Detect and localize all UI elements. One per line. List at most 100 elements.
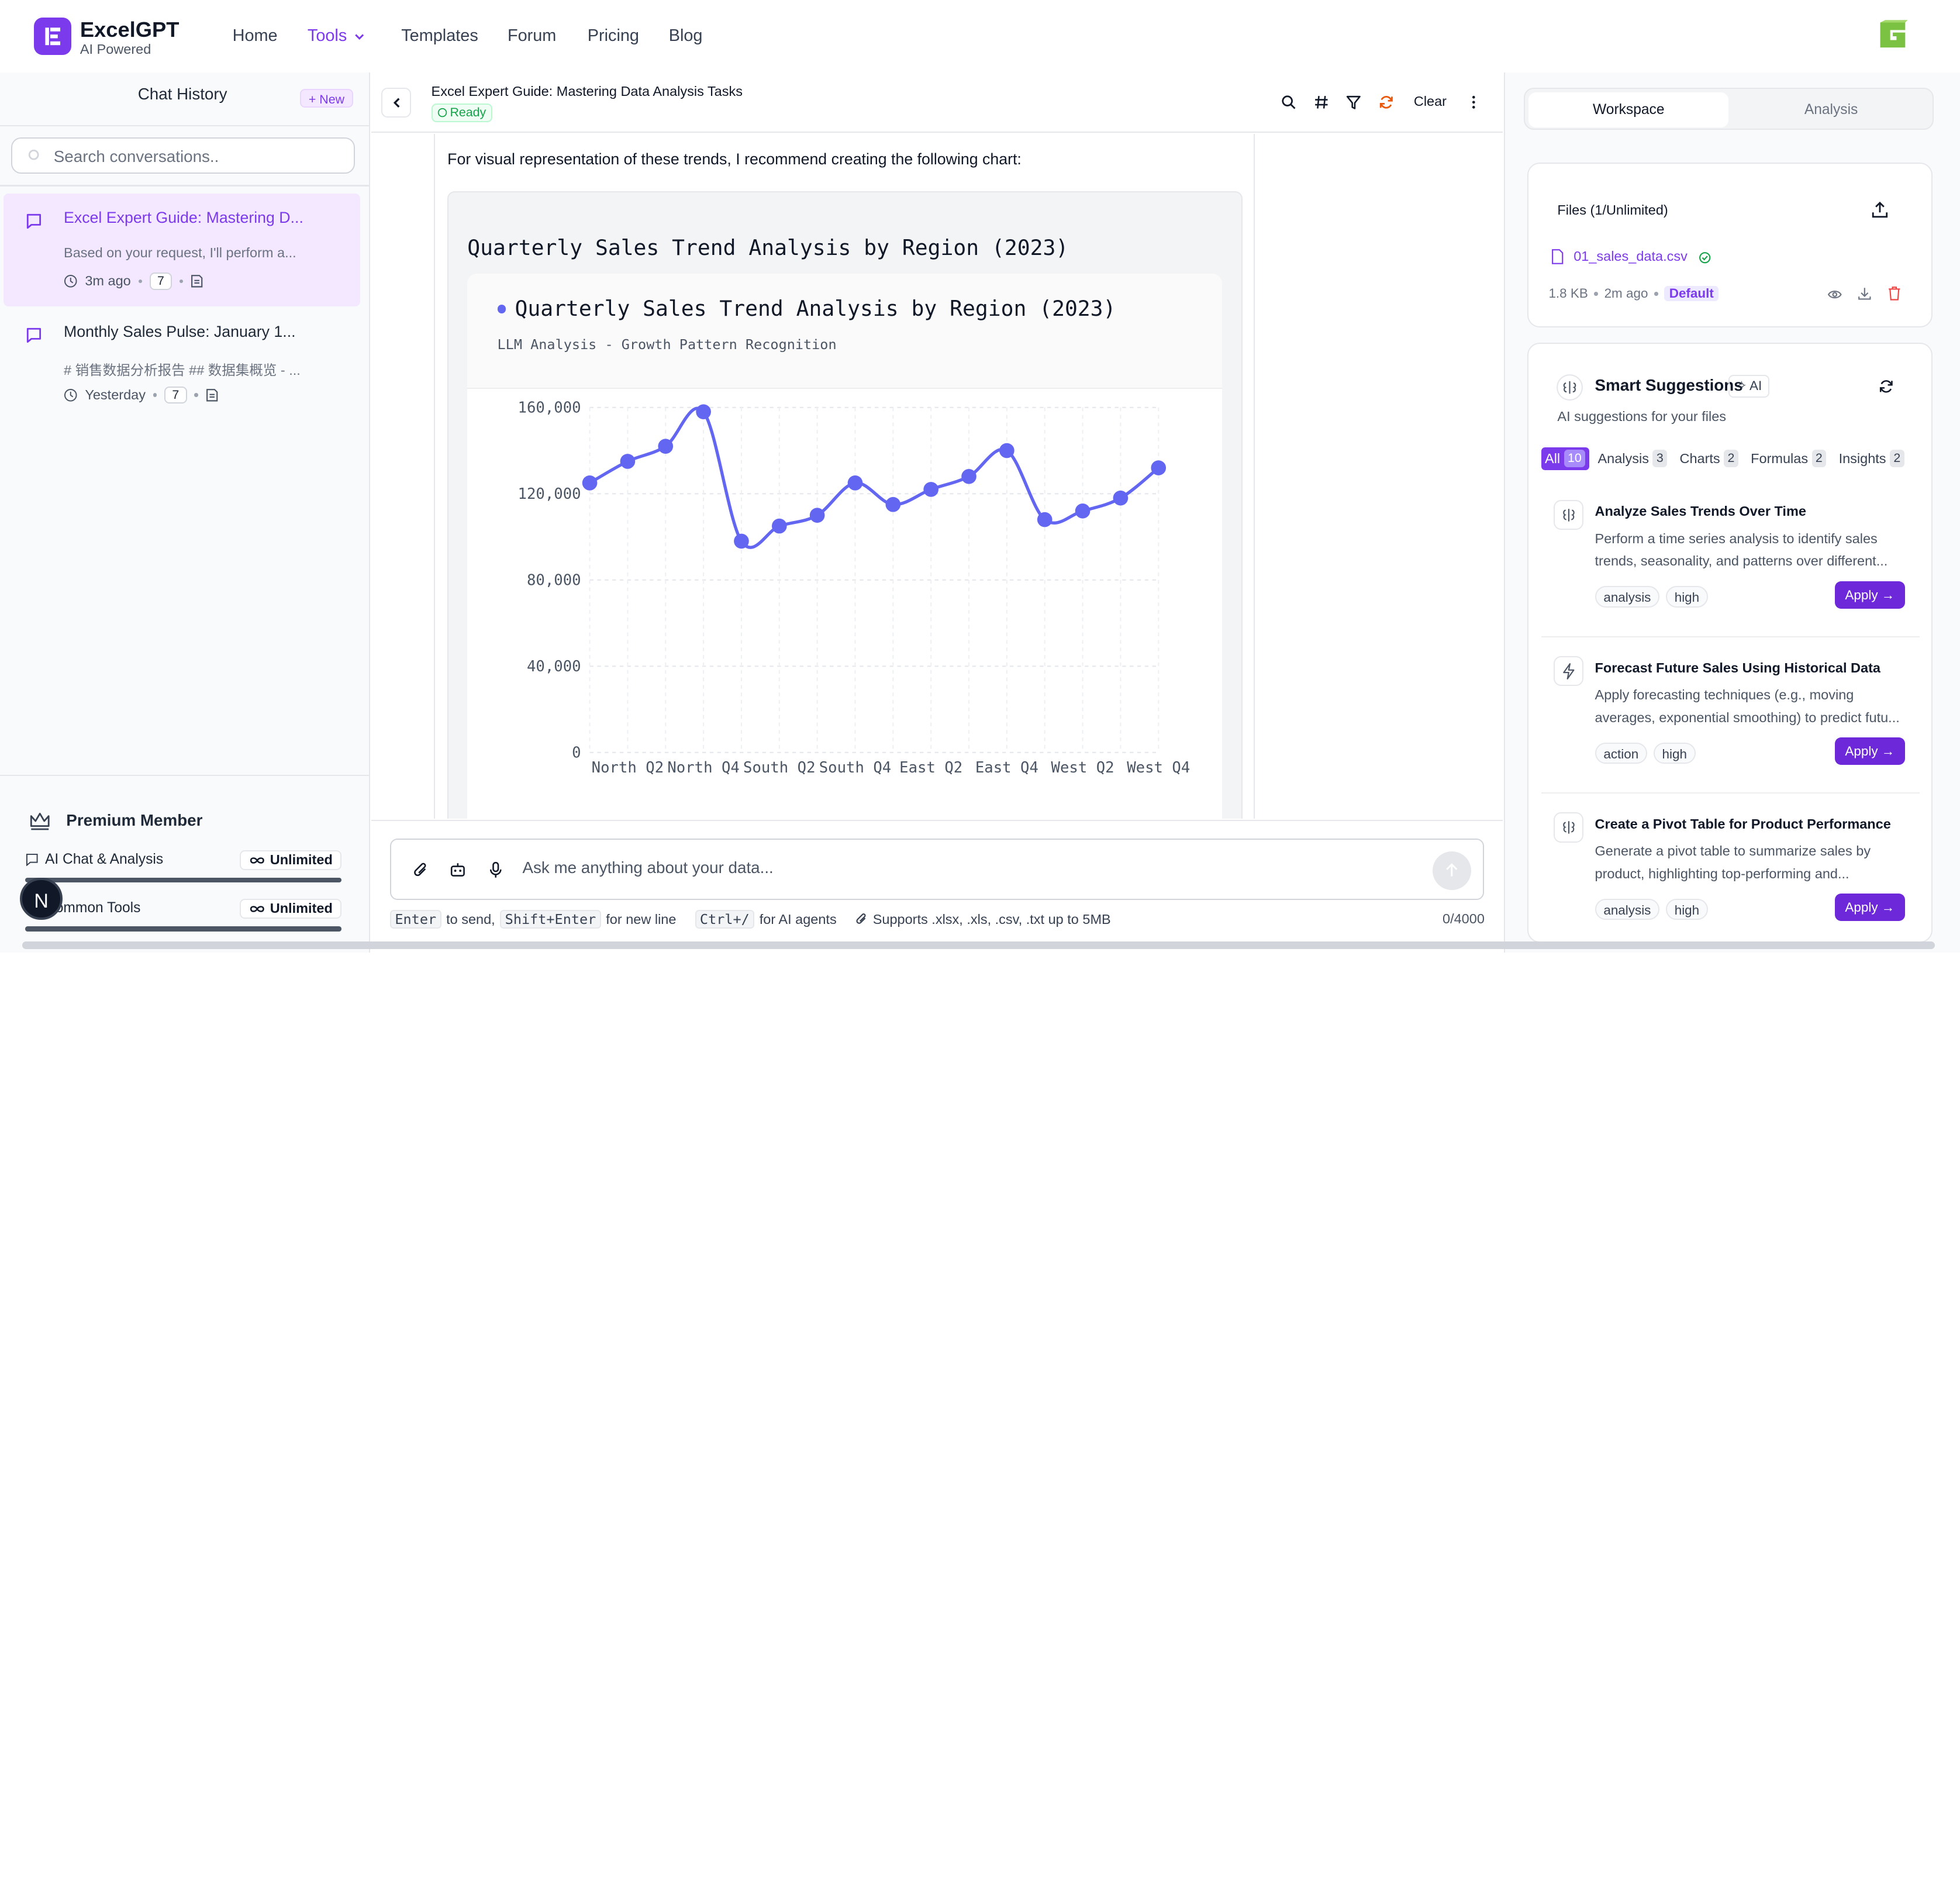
data-point <box>999 443 1014 458</box>
separator-dot <box>180 279 184 284</box>
user-avatar-button[interactable]: N <box>20 877 63 920</box>
bot-icon[interactable] <box>450 861 466 878</box>
chat-input[interactable]: Ask me anything about your data... <box>389 839 1484 901</box>
chart-title-dot <box>497 305 506 314</box>
excelgpt-logo-icon[interactable] <box>33 17 71 56</box>
clear-button[interactable]: Clear <box>1414 94 1447 109</box>
suggestion-item[interactable]: Forecast Future Sales Using Historical D… <box>1541 653 1920 809</box>
microphone-icon[interactable] <box>489 861 503 879</box>
nav-templates[interactable]: Templates <box>401 26 478 46</box>
upload-icon[interactable] <box>1871 201 1889 219</box>
series-line <box>589 406 1160 549</box>
filter-tab-formulas[interactable]: Formulas 2 <box>1747 447 1830 470</box>
suggestion-item[interactable]: Create a Pivot Table for Product Perform… <box>1541 809 1920 953</box>
trash-icon[interactable] <box>1887 286 1902 301</box>
ai-badge: ✧ AI <box>1728 375 1769 398</box>
line-chart: 0 40,000 80,000 120,000 160,000 North Q2 North… <box>518 399 1191 777</box>
message-area: For visual representation of these trend… <box>371 133 1503 819</box>
data-point <box>772 518 787 534</box>
message-text: For visual representation of these trend… <box>447 150 1022 168</box>
conversation-time: Yesterday <box>85 387 146 403</box>
brand-name[interactable]: ExcelGPT <box>80 18 180 42</box>
suggestion-tags: analysis high <box>1595 898 1708 920</box>
file-time: 2m ago <box>1604 286 1648 301</box>
char-counter: 0/4000 <box>1443 911 1485 927</box>
suggestion-description: Perform a time series analysis to identi… <box>1595 530 1888 569</box>
tag: high <box>1653 742 1696 764</box>
nav-tools-label: Tools <box>307 26 347 45</box>
filter-icon[interactable] <box>1346 95 1361 110</box>
search-icon[interactable] <box>1281 95 1296 110</box>
g-brand-logo-icon[interactable] <box>1875 18 1910 53</box>
conversation-title: Monthly Sales Pulse: January 1... <box>64 322 296 340</box>
chat-title: Excel Expert Guide: Mastering Data Analy… <box>431 84 743 99</box>
refresh-icon[interactable] <box>1879 379 1894 394</box>
refresh-icon[interactable] <box>1379 95 1394 110</box>
filter-tab-count: 2 <box>1724 450 1738 468</box>
y-tick-label: 40,000 <box>527 658 581 675</box>
paperclip-icon <box>856 913 866 925</box>
data-point <box>658 439 674 454</box>
hash-icon[interactable] <box>1314 95 1329 110</box>
apply-button[interactable]: Apply → <box>1834 894 1905 922</box>
send-button[interactable] <box>1432 851 1472 890</box>
filter-tab-actions[interactable]: Ac <box>1913 447 1916 470</box>
check-circle-icon <box>1699 251 1711 263</box>
data-point <box>1151 460 1167 475</box>
nav-forum[interactable]: Forum <box>508 26 556 46</box>
filter-tab-label: Analysis <box>1597 451 1649 467</box>
filter-tab-label: All <box>1545 451 1561 467</box>
input-hints: Enter to send, Shift+Enter for new line … <box>389 910 1111 929</box>
conversation-item[interactable]: Monthly Sales Pulse: January 1... # 销售数据… <box>4 308 360 420</box>
nav-blog[interactable]: Blog <box>669 26 703 46</box>
x-tick-label: South Q4 <box>819 759 892 777</box>
back-button[interactable] <box>381 87 412 118</box>
more-vertical-icon[interactable] <box>1471 95 1476 110</box>
eye-icon[interactable] <box>1827 289 1842 300</box>
apply-button[interactable]: Apply → <box>1834 581 1905 609</box>
tab-analysis[interactable]: Analysis <box>1731 92 1931 127</box>
apply-button[interactable]: Apply → <box>1834 737 1905 765</box>
chat-history-sidebar: Chat History + New Search conversations.… <box>0 72 370 953</box>
x-tick-label: West Q4 <box>1127 759 1190 777</box>
suggestion-item[interactable]: Analyze Sales Trends Over Time Perform a… <box>1541 496 1920 653</box>
tab-workspace[interactable]: Workspace <box>1528 92 1729 127</box>
default-badge: Default <box>1664 286 1719 302</box>
nav-home[interactable]: Home <box>233 26 278 46</box>
conversation-item[interactable]: Excel Expert Guide: Mastering D... Based… <box>4 194 360 306</box>
usage-progress-bar <box>25 877 341 883</box>
filter-tab-charts[interactable]: Charts 2 <box>1676 447 1742 470</box>
unlimited-badge: Unlimited <box>240 898 341 919</box>
paperclip-icon[interactable] <box>413 861 429 879</box>
download-icon[interactable] <box>1857 286 1872 301</box>
x-tick-label: North Q4 <box>668 759 740 777</box>
y-tick-label: 120,000 <box>518 485 581 503</box>
status-badge: Ready <box>431 104 492 123</box>
separator-dot <box>138 279 142 284</box>
chat-bubble-icon <box>26 853 38 867</box>
clock-icon <box>64 275 77 288</box>
search-conversations-input[interactable]: Search conversations.. <box>11 137 356 174</box>
separator-dot <box>1654 292 1658 296</box>
brain-icon <box>1553 499 1584 530</box>
nav-pricing[interactable]: Pricing <box>588 26 639 46</box>
suggestion-description: Generate a pivot table to summarize sale… <box>1595 843 1871 881</box>
conversation-snippet: # 销售数据分析报告 ## 数据集概览 - ... <box>64 362 301 378</box>
suggestion-tags: analysis high <box>1595 586 1708 608</box>
nav-tools[interactable]: Tools <box>308 26 365 46</box>
unlimited-text: Unlimited <box>270 851 333 867</box>
new-chat-button[interactable]: + New <box>300 88 353 108</box>
filter-tab-analysis[interactable]: Analysis 3 <box>1594 447 1671 470</box>
conversation-snippet: Based on your request, I'll perform a... <box>64 244 296 260</box>
suggestion-title: Create a Pivot Table for Product Perform… <box>1595 816 1891 832</box>
infinity-icon <box>250 857 265 864</box>
file-name[interactable]: 01_sales_data.csv <box>1573 249 1688 264</box>
horizontal-scrollbar[interactable] <box>22 941 1935 949</box>
separator-dot <box>153 393 157 397</box>
filter-tab-all[interactable]: All 10 <box>1541 447 1589 470</box>
x-tick-label: South Q2 <box>743 759 816 777</box>
check-circle-icon <box>437 108 447 118</box>
usage-label: AI Chat & Analysis <box>44 851 164 867</box>
filter-tab-insights[interactable]: Insights 2 <box>1835 447 1908 470</box>
premium-title: Premium Member <box>66 811 203 830</box>
